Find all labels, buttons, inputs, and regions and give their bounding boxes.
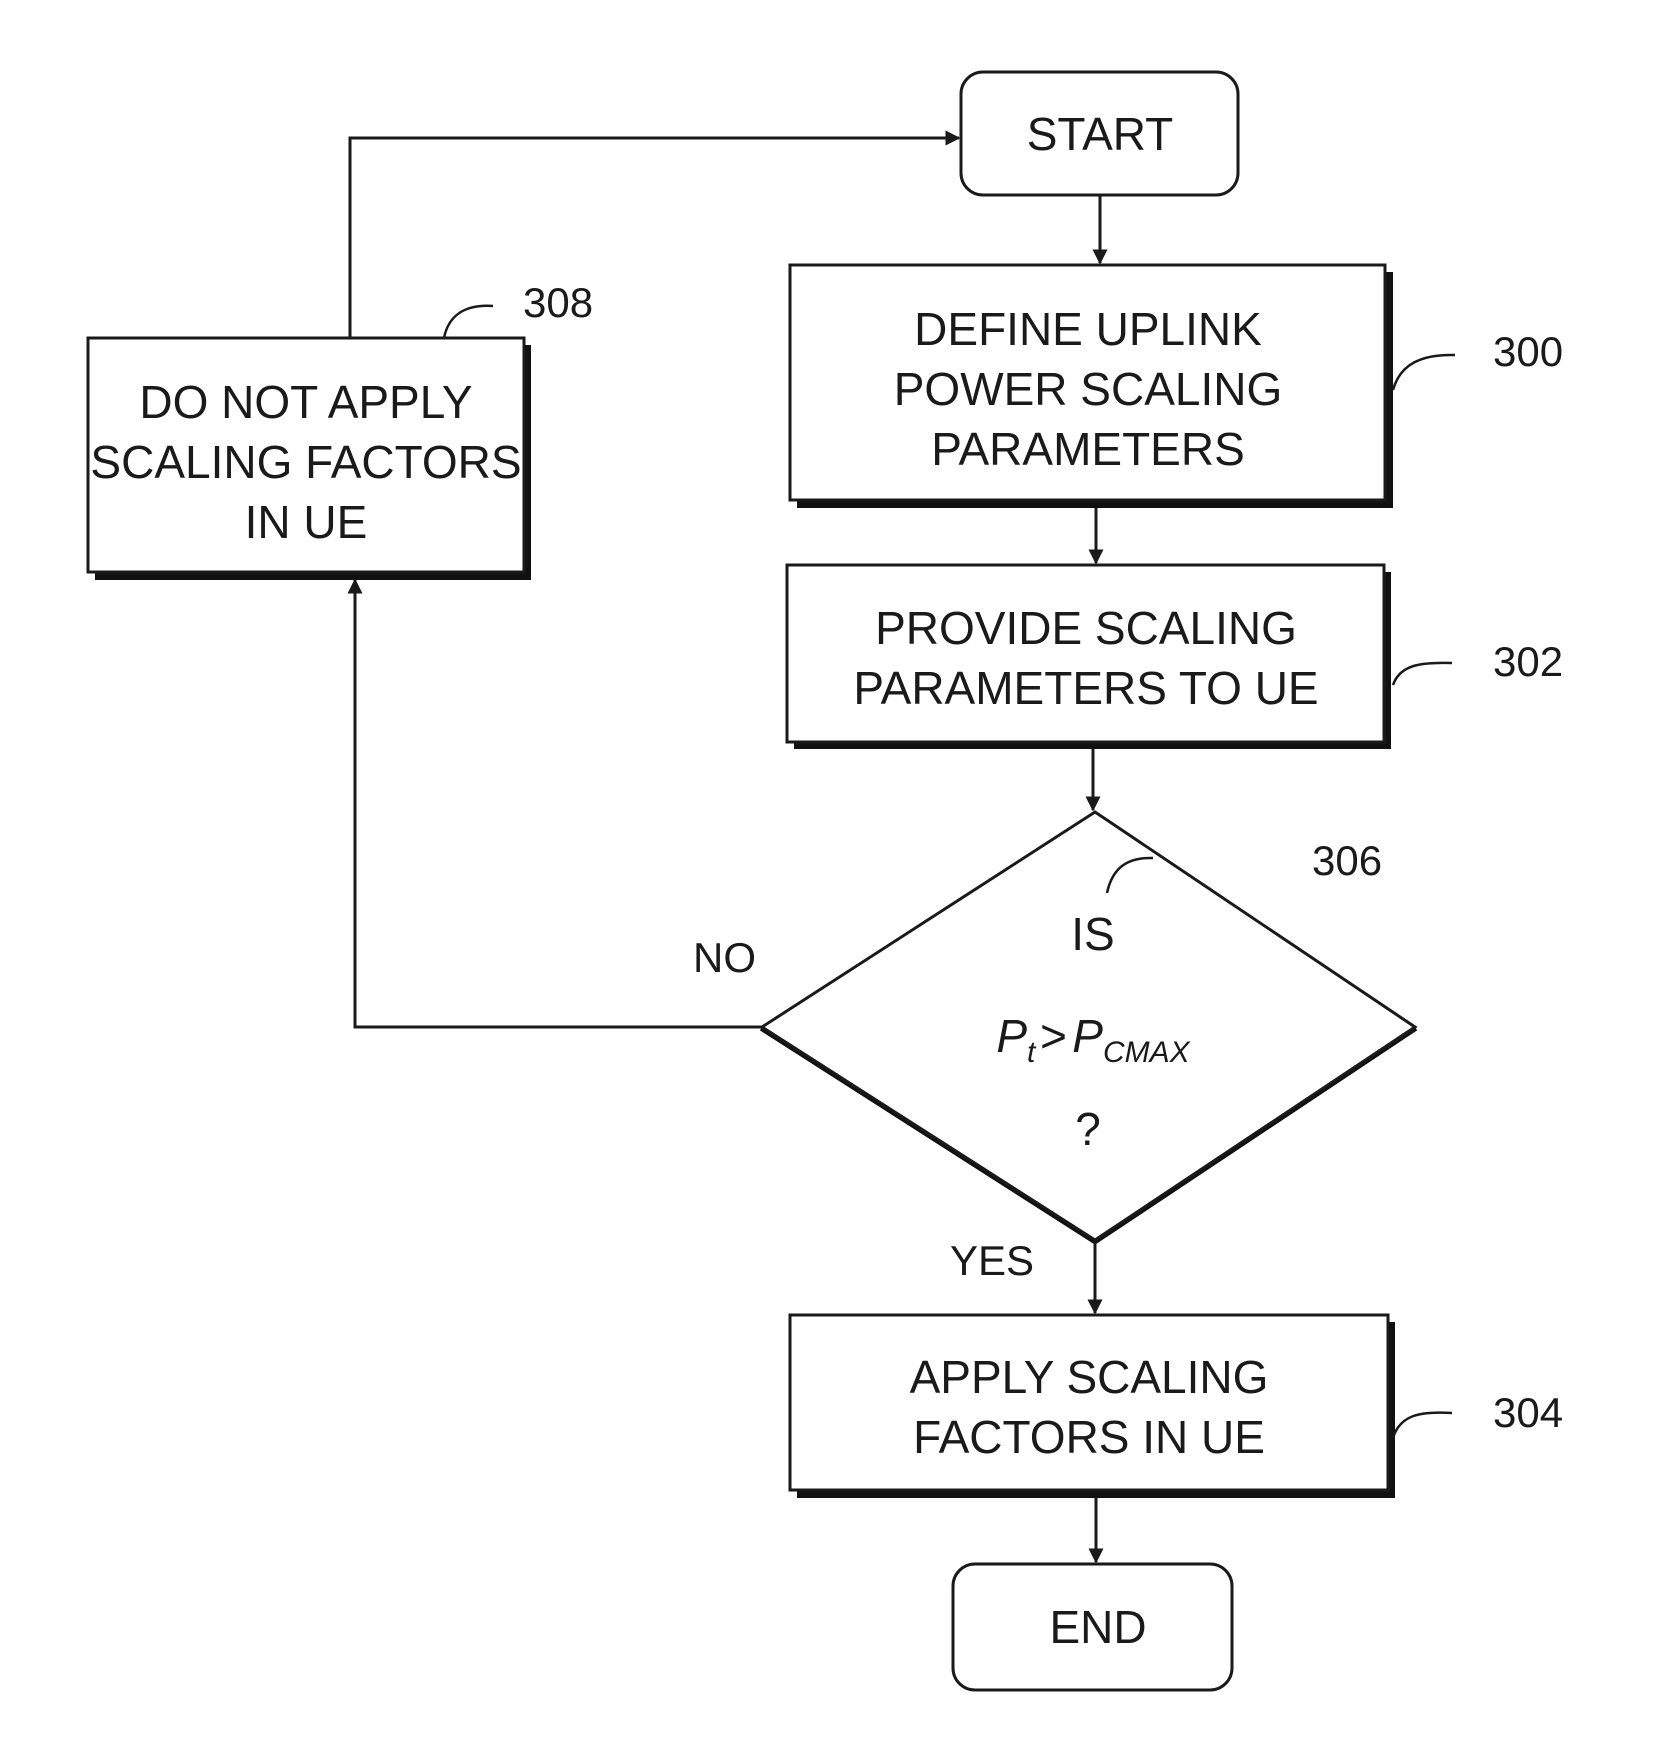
leader-300	[1391, 353, 1456, 391]
decision-line-is: IS	[1071, 908, 1114, 960]
step-308-line-3: IN UE	[245, 496, 368, 548]
process-box-304: APPLY SCALING FACTORS IN UE	[788, 1313, 1395, 1498]
leader-304	[1391, 1411, 1453, 1439]
process-box-302: PROVIDE SCALING PARAMETERS TO UE	[785, 563, 1391, 749]
leader-308	[442, 304, 494, 339]
condition-rhs: P	[1072, 1010, 1103, 1062]
step-302-line-1: PROVIDE SCALING	[875, 602, 1297, 654]
ref-label-306: 306	[1312, 837, 1382, 884]
process-box-308: DO NOT APPLY SCALING FACTORS IN UE	[86, 336, 531, 580]
ref-label-308: 308	[523, 279, 593, 326]
flowchart: START DEFINE UPLINK POWER SCALING PARAME…	[86, 70, 1563, 1692]
ref-label-302: 302	[1493, 638, 1563, 685]
start-label: START	[1027, 108, 1174, 160]
branch-label-no: NO	[693, 934, 756, 981]
step-300-line-1: DEFINE UPLINK	[914, 303, 1262, 355]
process-box-300: DEFINE UPLINK POWER SCALING PARAMETERS	[788, 263, 1393, 508]
end-terminal: END	[951, 1562, 1234, 1692]
ref-label-304: 304	[1493, 1389, 1563, 1436]
condition-operator: >	[1039, 1010, 1066, 1062]
step-308-line-2: SCALING FACTORS	[90, 436, 521, 488]
step-304-line-2: FACTORS IN UE	[913, 1411, 1265, 1463]
decision-line-question: ?	[1075, 1103, 1101, 1155]
ref-label-300: 300	[1493, 328, 1563, 375]
branch-label-yes: YES	[950, 1237, 1034, 1284]
step-300-line-3: PARAMETERS	[931, 423, 1245, 475]
leader-302	[1391, 661, 1453, 686]
end-label: END	[1049, 1601, 1146, 1653]
step-302-line-2: PARAMETERS TO UE	[853, 662, 1318, 714]
step-308-line-1: DO NOT APPLY	[139, 376, 472, 428]
step-300-line-2: POWER SCALING	[894, 363, 1283, 415]
start-terminal: START	[959, 70, 1240, 197]
condition-lhs: P	[996, 1010, 1027, 1062]
condition-rhs-sub: CMAX	[1103, 1036, 1191, 1069]
step-304-line-1: APPLY SCALING	[910, 1351, 1269, 1403]
